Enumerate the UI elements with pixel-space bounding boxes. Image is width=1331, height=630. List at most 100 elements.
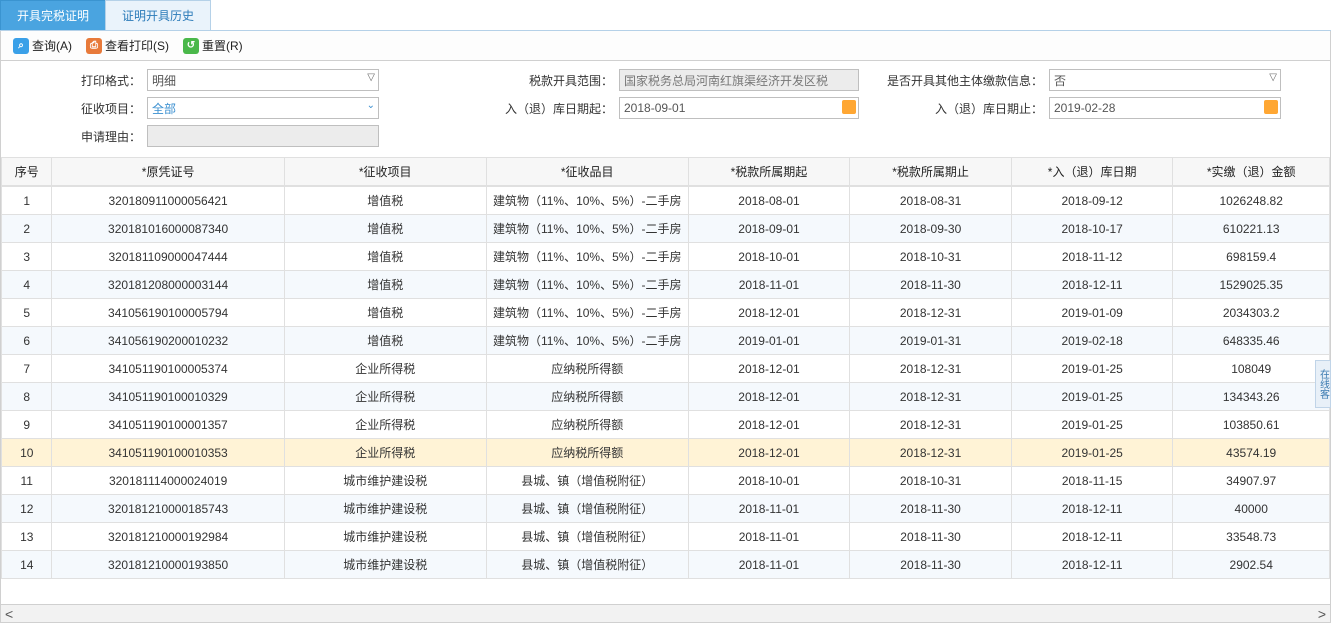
tab-issue-cert[interactable]: 开具完税证明	[0, 0, 106, 30]
date-from-input[interactable]	[619, 97, 859, 119]
other-info-select[interactable]	[1049, 69, 1281, 91]
side-widget[interactable]: 在线客	[1315, 360, 1331, 408]
cell-cert: 341056190200010232	[52, 327, 284, 355]
table-row[interactable]: 11320181114000024019城市维护建设税县城、镇（增值税附征）20…	[2, 467, 1330, 495]
col-amt[interactable]: *实缴（退）金额	[1173, 158, 1330, 186]
cell-prod: 应纳税所得额	[486, 439, 688, 467]
cell-d2: 2018-08-31	[850, 187, 1012, 215]
cell-d3: 2019-01-09	[1011, 299, 1173, 327]
cell-seq: 14	[2, 551, 52, 579]
col-d1[interactable]: *税款所属期起	[688, 158, 850, 186]
cell-d2: 2018-11-30	[850, 495, 1012, 523]
cell-item: 城市维护建设税	[284, 495, 486, 523]
cell-cert: 320181208000003144	[52, 271, 284, 299]
print-format-select[interactable]	[147, 69, 379, 91]
table-row[interactable]: 13320181210000192984城市维护建设税县城、镇（增值税附征）20…	[2, 523, 1330, 551]
horizontal-scrollbar[interactable]: < >	[0, 605, 1331, 623]
cell-amt: 43574.19	[1173, 439, 1330, 467]
cell-prod: 县城、镇（增值税附征）	[486, 523, 688, 551]
cell-amt: 134343.26	[1173, 383, 1330, 411]
table-row[interactable]: 14320181210000193850城市维护建设税县城、镇（增值税附征）20…	[2, 551, 1330, 579]
table-row[interactable]: 3320181109000047444增值税建筑物（11%、10%、5%）-二手…	[2, 243, 1330, 271]
cell-amt: 648335.46	[1173, 327, 1330, 355]
cell-prod: 县城、镇（增值税附征）	[486, 551, 688, 579]
cell-amt: 1529025.35	[1173, 271, 1330, 299]
table-row[interactable]: 2320181016000087340增值税建筑物（11%、10%、5%）-二手…	[2, 215, 1330, 243]
cell-seq: 10	[2, 439, 52, 467]
calendar-icon[interactable]	[1264, 100, 1278, 114]
cell-cert: 320181114000024019	[52, 467, 284, 495]
search-label: 查询(A)	[32, 37, 72, 54]
reason-input[interactable]	[147, 125, 379, 147]
cell-seq: 2	[2, 215, 52, 243]
cell-d2: 2018-12-31	[850, 383, 1012, 411]
cell-item: 增值税	[284, 187, 486, 215]
cell-d3: 2019-01-25	[1011, 411, 1173, 439]
cell-amt: 103850.61	[1173, 411, 1330, 439]
table-row[interactable]: 6341056190200010232增值税建筑物（11%、10%、5%）-二手…	[2, 327, 1330, 355]
col-item[interactable]: *征收项目	[284, 158, 486, 186]
col-d2[interactable]: *税款所属期止	[850, 158, 1012, 186]
cell-item: 企业所得税	[284, 411, 486, 439]
cell-amt: 698159.4	[1173, 243, 1330, 271]
reset-icon: ↺	[183, 38, 199, 54]
table-row[interactable]: 7341051190100005374企业所得税应纳税所得额2018-12-01…	[2, 355, 1330, 383]
col-cert[interactable]: *原凭证号	[52, 158, 284, 186]
date-from-label: 入（退）库日期起：	[379, 100, 619, 117]
table-header-row: 序号 *原凭证号 *征收项目 *征收品目 *税款所属期起 *税款所属期止 *入（…	[2, 158, 1330, 186]
table-row[interactable]: 10341051190100010353企业所得税应纳税所得额2018-12-0…	[2, 439, 1330, 467]
table-row[interactable]: 9341051190100001357企业所得税应纳税所得额2018-12-01…	[2, 411, 1330, 439]
result-table-body: 1320180911000056421增值税建筑物（11%、10%、5%）-二手…	[1, 186, 1330, 579]
cell-d3: 2018-09-12	[1011, 187, 1173, 215]
print-format-label: 打印格式：	[7, 72, 147, 89]
table-row[interactable]: 1320180911000056421增值税建筑物（11%、10%、5%）-二手…	[2, 187, 1330, 215]
cell-item: 增值税	[284, 243, 486, 271]
cell-cert: 320181016000087340	[52, 215, 284, 243]
tax-scope-label: 税款开具范围：	[379, 72, 619, 89]
tab-cert-history[interactable]: 证明开具历史	[105, 0, 211, 30]
cell-amt: 1026248.82	[1173, 187, 1330, 215]
cell-d1: 2018-11-01	[688, 495, 850, 523]
reset-button[interactable]: ↺ 重置(R)	[177, 35, 249, 56]
cell-seq: 13	[2, 523, 52, 551]
date-to-input[interactable]	[1049, 97, 1281, 119]
cell-prod: 应纳税所得额	[486, 355, 688, 383]
col-seq[interactable]: 序号	[2, 158, 52, 186]
toolbar: ⌕ 查询(A) ⎙ 查看打印(S) ↺ 重置(R)	[0, 31, 1331, 61]
cell-cert: 341051190100001357	[52, 411, 284, 439]
tab-bar: 开具完税证明 证明开具历史	[0, 0, 1331, 31]
cell-d2: 2018-12-31	[850, 299, 1012, 327]
scroll-left-icon[interactable]: <	[5, 607, 13, 621]
cell-item: 城市维护建设税	[284, 551, 486, 579]
scroll-right-icon[interactable]: >	[1318, 607, 1326, 621]
col-prod[interactable]: *征收品目	[486, 158, 688, 186]
cell-amt: 2902.54	[1173, 551, 1330, 579]
collect-item-select[interactable]	[147, 97, 379, 119]
print-button[interactable]: ⎙ 查看打印(S)	[80, 35, 175, 56]
cell-item: 企业所得税	[284, 383, 486, 411]
cell-d3: 2018-11-12	[1011, 243, 1173, 271]
cell-d1: 2018-12-01	[688, 355, 850, 383]
cell-cert: 320181109000047444	[52, 243, 284, 271]
table-row[interactable]: 8341051190100010329企业所得税应纳税所得额2018-12-01…	[2, 383, 1330, 411]
cell-amt: 610221.13	[1173, 215, 1330, 243]
cell-d2: 2018-11-30	[850, 271, 1012, 299]
table-row[interactable]: 12320181210000185743城市维护建设税县城、镇（增值税附征）20…	[2, 495, 1330, 523]
col-d3[interactable]: *入（退）库日期	[1011, 158, 1173, 186]
print-label: 查看打印(S)	[105, 37, 169, 54]
table-row[interactable]: 4320181208000003144增值税建筑物（11%、10%、5%）-二手…	[2, 271, 1330, 299]
cell-cert: 320181210000185743	[52, 495, 284, 523]
cell-prod: 建筑物（11%、10%、5%）-二手房	[486, 327, 688, 355]
cell-item: 企业所得税	[284, 355, 486, 383]
cell-cert: 341056190100005794	[52, 299, 284, 327]
cell-seq: 5	[2, 299, 52, 327]
cell-d3: 2018-10-17	[1011, 215, 1173, 243]
cell-prod: 建筑物（11%、10%、5%）-二手房	[486, 187, 688, 215]
search-icon: ⌕	[13, 38, 29, 54]
search-button[interactable]: ⌕ 查询(A)	[7, 35, 78, 56]
cell-prod: 建筑物（11%、10%、5%）-二手房	[486, 299, 688, 327]
cell-prod: 建筑物（11%、10%、5%）-二手房	[486, 243, 688, 271]
calendar-icon[interactable]	[842, 100, 856, 114]
cell-d1: 2018-10-01	[688, 467, 850, 495]
table-row[interactable]: 5341056190100005794增值税建筑物（11%、10%、5%）-二手…	[2, 299, 1330, 327]
